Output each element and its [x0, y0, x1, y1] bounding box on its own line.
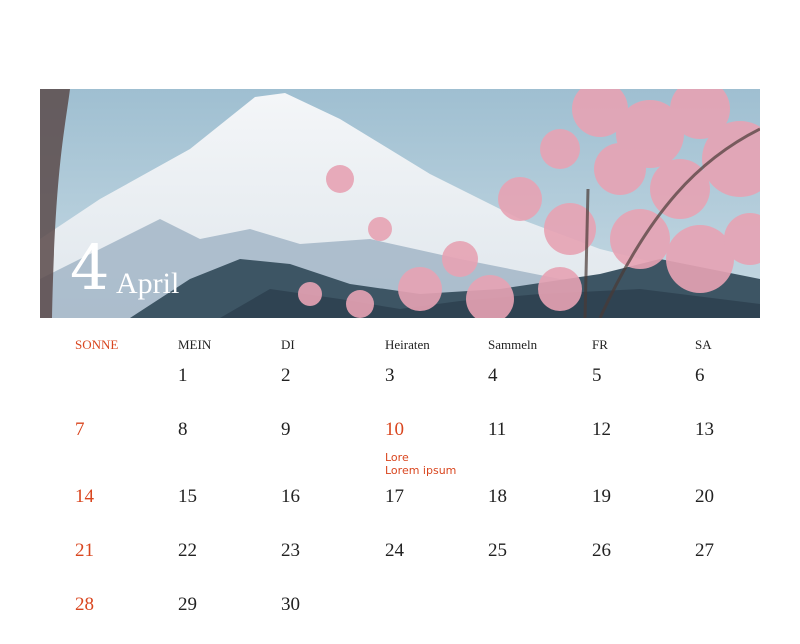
weekday-sat: SA: [695, 337, 712, 352]
day-cell[interactable]: 19: [592, 487, 611, 506]
weekday-fri: FR: [592, 337, 608, 352]
day-cell[interactable]: 3: [385, 366, 395, 385]
weekday-tue: DI: [281, 337, 295, 352]
weekday-sun: SONNE: [75, 337, 119, 352]
day-cell[interactable]: 7: [75, 420, 85, 439]
day-cell[interactable]: 22: [178, 541, 197, 560]
day-cell[interactable]: 16: [281, 487, 300, 506]
month-name: April: [116, 267, 180, 300]
weekday-mon: MEIN: [178, 337, 212, 352]
day-cell[interactable]: 18: [488, 487, 507, 506]
day-cell[interactable]: 6: [695, 366, 705, 385]
weekday-wed: Heiraten: [385, 337, 430, 352]
day-cell[interactable]: 28: [75, 595, 94, 614]
day-cell[interactable]: 1: [178, 366, 188, 385]
day-cell[interactable]: 17: [385, 487, 404, 506]
header-banner: 4 April: [40, 89, 760, 318]
day-cell[interactable]: 2: [281, 366, 291, 385]
day-cell[interactable]: 13: [695, 420, 714, 439]
day-cell-event[interactable]: 10: [385, 420, 404, 439]
day-cell[interactable]: 4: [488, 366, 498, 385]
event-description[interactable]: Lorem ipsum: [385, 464, 456, 477]
day-cell[interactable]: 23: [281, 541, 300, 560]
day-cell[interactable]: 26: [592, 541, 611, 560]
day-cell[interactable]: 25: [488, 541, 507, 560]
day-cell[interactable]: 15: [178, 487, 197, 506]
day-cell[interactable]: 14: [75, 487, 94, 506]
event-title[interactable]: Lore: [385, 451, 409, 464]
day-cell[interactable]: 24: [385, 541, 404, 560]
day-cell[interactable]: 29: [178, 595, 197, 614]
day-cell[interactable]: 11: [488, 420, 506, 439]
day-cell[interactable]: 5: [592, 366, 602, 385]
day-cell[interactable]: 9: [281, 420, 291, 439]
day-cell[interactable]: 21: [75, 541, 94, 560]
day-cell[interactable]: 20: [695, 487, 714, 506]
day-cell[interactable]: 12: [592, 420, 611, 439]
month-number: 4: [70, 231, 110, 304]
day-cell[interactable]: 8: [178, 420, 188, 439]
weekday-thu: Sammeln: [488, 337, 538, 352]
day-cell[interactable]: 27: [695, 541, 714, 560]
day-cell[interactable]: 30: [281, 595, 300, 614]
